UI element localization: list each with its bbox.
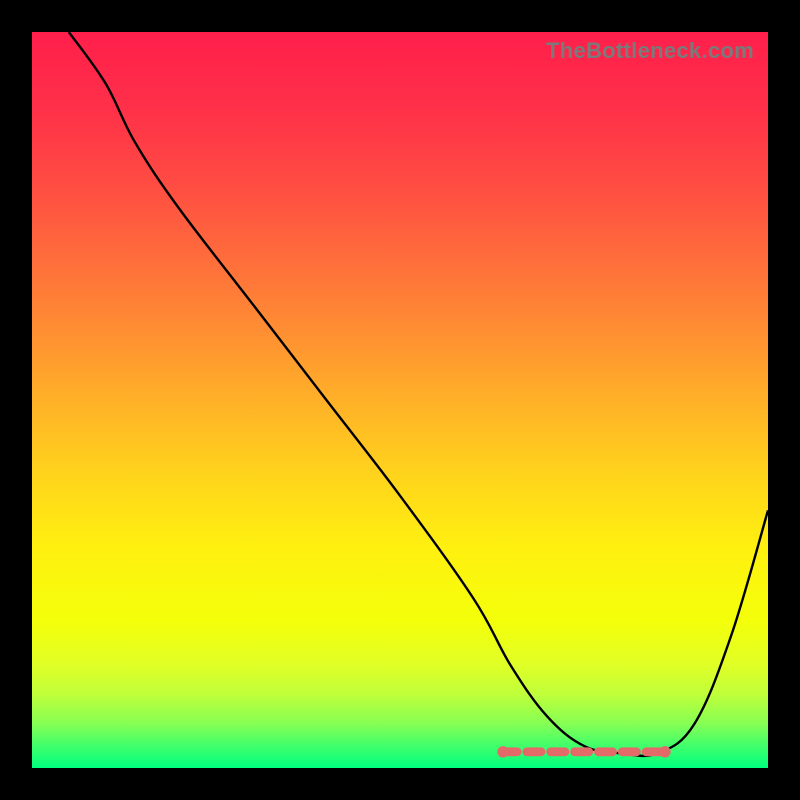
chart-frame: TheBottleneck.com	[32, 32, 768, 768]
optimal-range-marker	[497, 746, 670, 757]
watermark-text: TheBottleneck.com	[546, 38, 754, 64]
plot-area	[32, 32, 768, 768]
highlight-layer	[32, 32, 768, 768]
